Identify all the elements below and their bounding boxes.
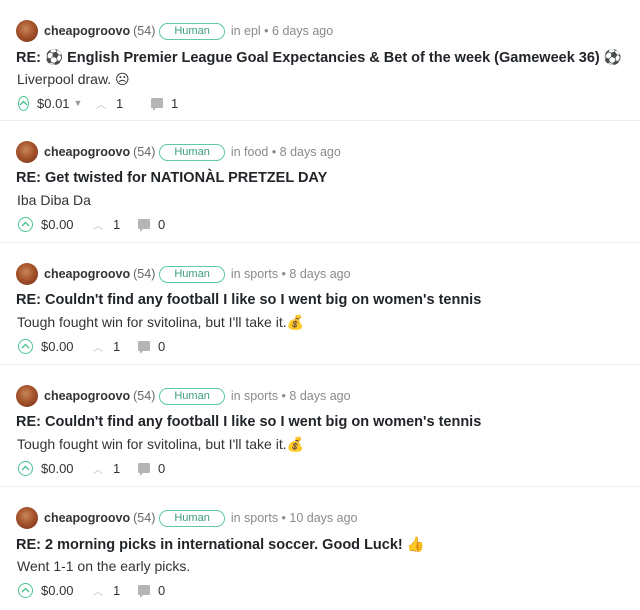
post-meta[interactable]: in epl • 6 days ago bbox=[231, 24, 333, 38]
post-footer: $0.00 ︿ 1 0 bbox=[18, 460, 165, 476]
feed-item: cheapogroovo (54) Human in sports • 10 d… bbox=[0, 487, 640, 609]
payout-value[interactable]: $0.00 bbox=[41, 217, 74, 232]
chevron-up-icon: ︿ bbox=[96, 99, 106, 111]
avatar[interactable] bbox=[16, 20, 38, 42]
author-name[interactable]: cheapogroovo bbox=[44, 24, 130, 38]
human-badge: Human bbox=[159, 387, 225, 405]
voters-count[interactable]: ︿ 1 bbox=[96, 96, 151, 111]
feed-item: cheapogroovo (54) Human in food • 8 days… bbox=[0, 121, 640, 243]
comment-feed: cheapogroovo (54) Human in epl • 6 days … bbox=[0, 0, 640, 609]
payout-group: $0.00 bbox=[18, 582, 96, 598]
chevron-up-icon: ︿ bbox=[93, 342, 103, 354]
post-footer: $0.01 ▼ ︿ 1 1 bbox=[18, 95, 178, 111]
post-title[interactable]: RE: Couldn't find any football I like so… bbox=[16, 414, 481, 430]
feed-item: cheapogroovo (54) Human in epl • 6 days … bbox=[0, 0, 640, 121]
chevron-up-icon bbox=[21, 465, 30, 471]
caret-down-icon[interactable]: ▼ bbox=[74, 98, 83, 108]
comment-icon bbox=[138, 341, 150, 354]
post-footer: $0.00 ︿ 1 0 bbox=[18, 216, 165, 232]
avatar[interactable] bbox=[16, 385, 38, 407]
post-meta[interactable]: in sports • 8 days ago bbox=[231, 389, 351, 403]
feed-item: cheapogroovo (54) Human in sports • 8 da… bbox=[0, 365, 640, 487]
avatar[interactable] bbox=[16, 263, 38, 285]
comments-count[interactable]: 0 bbox=[138, 339, 165, 354]
comments-value: 0 bbox=[158, 338, 166, 354]
payout-group: $0.00 bbox=[18, 216, 96, 232]
payout-value[interactable]: $0.00 bbox=[41, 339, 74, 354]
post-body[interactable]: Went 1-1 on the early picks. bbox=[17, 558, 190, 574]
chevron-up-icon: ︿ bbox=[93, 586, 103, 598]
payout-value[interactable]: $0.00 bbox=[41, 583, 74, 598]
post-header: cheapogroovo (54) Human in sports • 8 da… bbox=[16, 263, 351, 285]
comment-icon bbox=[138, 219, 150, 232]
chevron-up-icon bbox=[21, 221, 30, 227]
post-title[interactable]: RE: Couldn't find any football I like so… bbox=[16, 292, 481, 308]
post-header: cheapogroovo (54) Human in epl • 6 days … bbox=[16, 20, 333, 42]
upvote-button[interactable] bbox=[18, 582, 33, 598]
author-reputation: (54) bbox=[133, 511, 156, 525]
comments-count[interactable]: 0 bbox=[138, 461, 165, 476]
author-reputation: (54) bbox=[133, 267, 156, 281]
payout-group: $0.01 ▼ bbox=[18, 95, 96, 111]
comments-count[interactable]: 1 bbox=[151, 96, 178, 111]
payout-group: $0.00 bbox=[18, 460, 96, 476]
author-reputation: (54) bbox=[133, 145, 156, 159]
comment-icon bbox=[151, 98, 163, 111]
human-badge: Human bbox=[159, 509, 225, 527]
comments-count[interactable]: 0 bbox=[138, 583, 165, 598]
chevron-up-icon bbox=[19, 100, 28, 106]
comment-icon bbox=[138, 585, 150, 598]
author-reputation: (54) bbox=[133, 24, 156, 38]
post-footer: $0.00 ︿ 1 0 bbox=[18, 338, 165, 354]
payout-value[interactable]: $0.01 bbox=[37, 96, 70, 111]
comments-value: 0 bbox=[158, 216, 166, 232]
post-meta[interactable]: in sports • 10 days ago bbox=[231, 511, 358, 525]
votes-value: 1 bbox=[116, 95, 124, 111]
votes-value: 1 bbox=[113, 460, 121, 476]
payout-value[interactable]: $0.00 bbox=[41, 461, 74, 476]
human-badge: Human bbox=[159, 143, 225, 161]
votes-value: 1 bbox=[113, 216, 121, 232]
post-title[interactable]: RE: ⚽ English Premier League Goal Expect… bbox=[16, 49, 622, 66]
author-name[interactable]: cheapogroovo bbox=[44, 145, 130, 159]
author-reputation: (54) bbox=[133, 389, 156, 403]
post-meta[interactable]: in sports • 8 days ago bbox=[231, 267, 351, 281]
post-title[interactable]: RE: 2 morning picks in international soc… bbox=[16, 536, 425, 553]
post-body[interactable]: Tough fought win for svitolina, but I'll… bbox=[17, 436, 304, 453]
author-name[interactable]: cheapogroovo bbox=[44, 511, 130, 525]
comment-icon bbox=[138, 463, 150, 476]
feed-item: cheapogroovo (54) Human in sports • 8 da… bbox=[0, 243, 640, 365]
post-footer: $0.00 ︿ 1 0 bbox=[18, 582, 165, 598]
avatar[interactable] bbox=[16, 141, 38, 163]
chevron-up-icon: ︿ bbox=[93, 464, 103, 476]
comments-value: 0 bbox=[158, 460, 166, 476]
chevron-up-icon bbox=[21, 343, 30, 349]
chevron-up-icon bbox=[21, 587, 30, 593]
upvote-button[interactable] bbox=[18, 338, 33, 354]
upvote-button[interactable] bbox=[18, 460, 33, 476]
avatar[interactable] bbox=[16, 507, 38, 529]
post-header: cheapogroovo (54) Human in food • 8 days… bbox=[16, 141, 341, 163]
post-meta[interactable]: in food • 8 days ago bbox=[231, 145, 341, 159]
post-header: cheapogroovo (54) Human in sports • 10 d… bbox=[16, 507, 358, 529]
post-body[interactable]: Liverpool draw. ☹ bbox=[17, 71, 130, 88]
payout-group: $0.00 bbox=[18, 338, 96, 354]
votes-value: 1 bbox=[113, 338, 121, 354]
comments-value: 1 bbox=[171, 95, 179, 111]
author-name[interactable]: cheapogroovo bbox=[44, 267, 130, 281]
votes-value: 1 bbox=[113, 582, 121, 598]
human-badge: Human bbox=[159, 22, 225, 40]
upvote-button[interactable] bbox=[18, 216, 33, 232]
post-header: cheapogroovo (54) Human in sports • 8 da… bbox=[16, 385, 351, 407]
chevron-up-icon: ︿ bbox=[93, 220, 103, 232]
comments-count[interactable]: 0 bbox=[138, 217, 165, 232]
upvote-button[interactable] bbox=[18, 95, 29, 111]
author-name[interactable]: cheapogroovo bbox=[44, 389, 130, 403]
post-title[interactable]: RE: Get twisted for NATIONÀL PRETZEL DAY bbox=[16, 170, 327, 186]
comments-value: 0 bbox=[158, 582, 166, 598]
post-body[interactable]: Iba Diba Da bbox=[17, 192, 91, 208]
post-body[interactable]: Tough fought win for svitolina, but I'll… bbox=[17, 314, 304, 331]
human-badge: Human bbox=[159, 265, 225, 283]
